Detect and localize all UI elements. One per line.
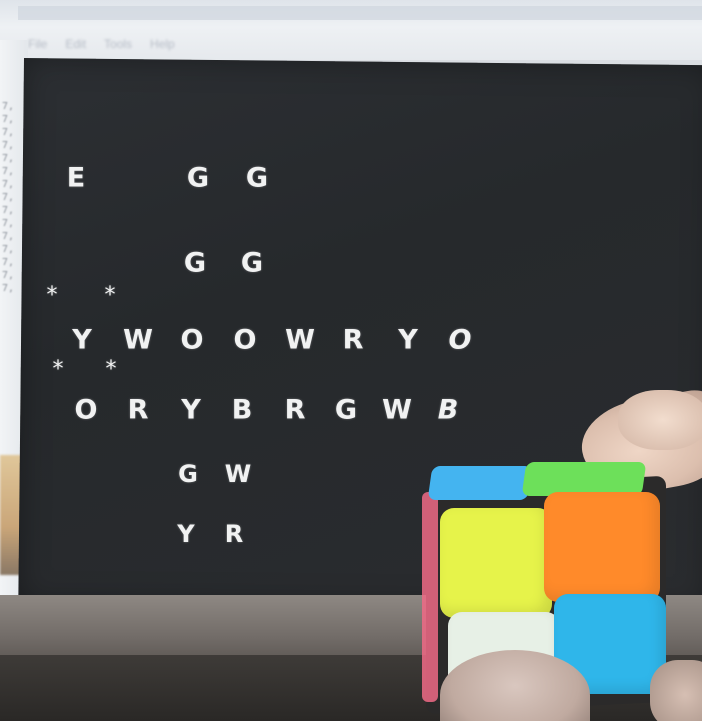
console-star: *: [52, 357, 64, 382]
console-char: O: [448, 324, 472, 356]
console-char: O: [74, 394, 98, 426]
console-char: B: [231, 394, 253, 426]
console-char: W: [285, 324, 315, 356]
cube-sticker-front-top-left: [440, 508, 552, 618]
console-star: *: [105, 357, 117, 382]
console-char: Y: [398, 324, 418, 356]
console-char: Y: [181, 394, 201, 426]
console-char: G: [183, 247, 207, 279]
console-char: O: [233, 324, 257, 356]
editor-topline: [18, 6, 702, 20]
editor-menu-bar: File Edit Tools Help: [28, 34, 428, 54]
cube-sticker-top-right: [521, 462, 647, 496]
hand-knuckle: [650, 660, 702, 721]
console-char: R: [342, 324, 364, 356]
photo-scene: File Edit Tools Help 7, 7, 7, 7, 7, 7, 7…: [0, 0, 702, 721]
editor-titlebar: File Edit Tools Help: [0, 0, 702, 60]
hand-fingertip: [618, 390, 702, 450]
console-char: E: [66, 162, 86, 194]
console-char: G: [334, 394, 358, 426]
console-char: R: [224, 520, 244, 548]
cube-sticker-top-left: [427, 466, 533, 500]
console-char: R: [284, 394, 306, 426]
cube-sticker-side: [422, 492, 438, 702]
console-char: G: [240, 247, 264, 279]
menu-item-help[interactable]: Help: [150, 37, 175, 51]
console-char: W: [123, 324, 153, 356]
cube-sticker-front-top-right: [544, 492, 660, 602]
console-char: R: [127, 394, 149, 426]
console-char: G: [178, 460, 198, 488]
console-char: W: [224, 460, 252, 488]
console-char: O: [180, 324, 204, 356]
console-char: Y: [177, 520, 195, 548]
menu-item-edit[interactable]: Edit: [65, 37, 86, 51]
menu-item-file[interactable]: File: [28, 37, 47, 51]
console-char: G: [245, 162, 269, 194]
console-char: W: [382, 394, 412, 426]
console-star: *: [46, 283, 58, 308]
console-char: B: [437, 394, 459, 426]
console-char: Y: [72, 324, 92, 356]
menu-item-tools[interactable]: Tools: [104, 37, 132, 51]
console-star: *: [104, 283, 116, 308]
console-char: G: [186, 162, 210, 194]
